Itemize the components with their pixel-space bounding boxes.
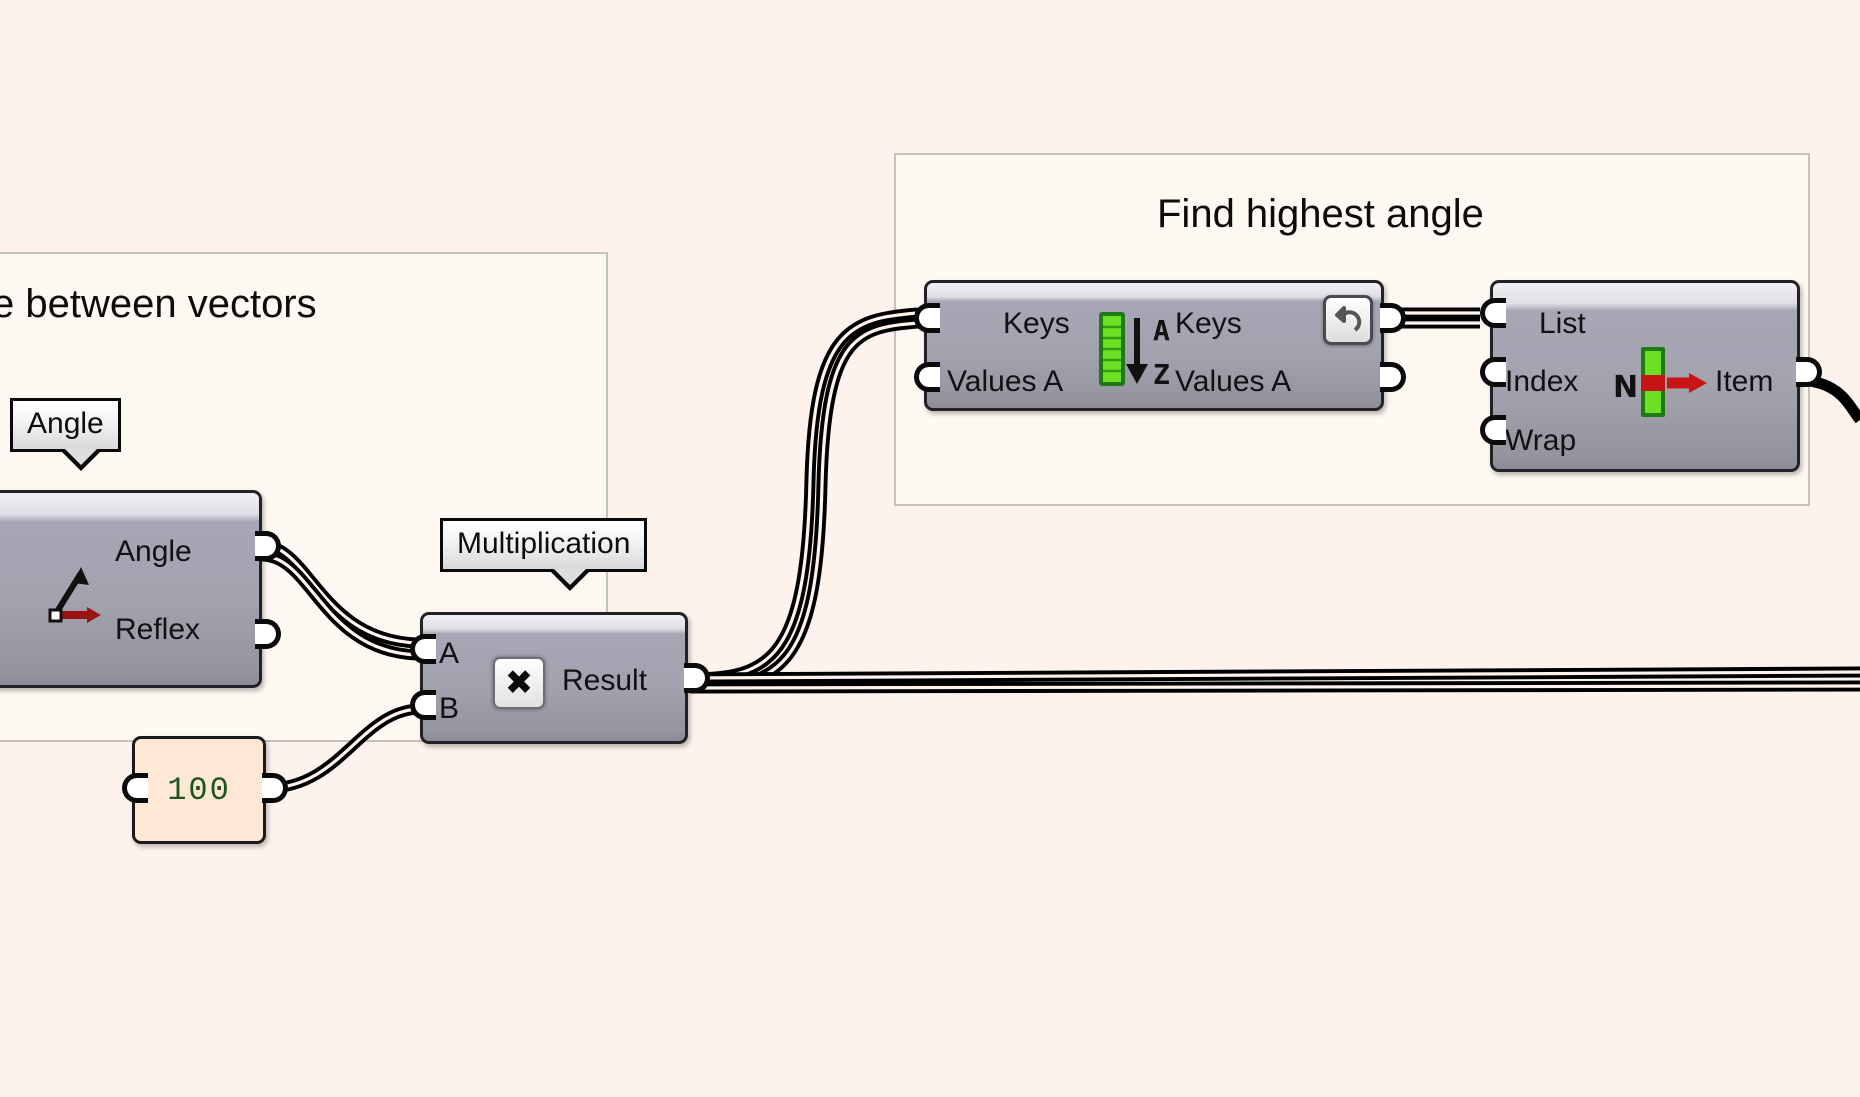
multiply-icon: ✖ — [493, 657, 545, 709]
port-number-in[interactable] — [122, 773, 148, 803]
callout-multiplication-label: Multiplication — [457, 527, 631, 560]
port-sort-in-values-a[interactable] — [914, 362, 940, 392]
callout-tail-icon — [548, 568, 592, 591]
node-mult-output-result[interactable]: Result — [562, 666, 647, 696]
callout-angle-label: Angle — [27, 407, 104, 440]
port-mult-in-a[interactable] — [410, 634, 436, 664]
svg-text:Z: Z — [1153, 358, 1170, 391]
port-list-item-out-item[interactable] — [1796, 357, 1822, 387]
angle-vectors-icon — [48, 567, 101, 623]
node-angle-output-reflex[interactable]: Reflex — [115, 615, 200, 645]
node-angle[interactable]: r A r B ne Angle Reflex — [0, 490, 262, 688]
node-list-item-output-item[interactable]: Item — [1715, 367, 1773, 397]
port-sort-in-keys[interactable] — [914, 303, 940, 333]
node-sort-output-keys[interactable]: Keys — [1175, 309, 1242, 339]
node-multiplication[interactable]: A B Result ✖ — [420, 612, 688, 744]
node-angle-output-angle[interactable]: Angle — [115, 537, 192, 567]
sort-az-icon: A Z — [1099, 312, 1170, 391]
node-sort-input-values-a[interactable]: Values A — [947, 367, 1063, 397]
svg-text:A: A — [1153, 314, 1170, 347]
group-title-find-highest-angle: Find highest angle — [1157, 192, 1484, 236]
list-item-icon: N — [1613, 347, 1707, 417]
callout-tail-icon — [59, 448, 103, 471]
port-list-item-in-list[interactable] — [1480, 298, 1506, 328]
node-sort-input-keys[interactable]: Keys — [1003, 309, 1070, 339]
svg-text:N: N — [1613, 370, 1638, 405]
wire-result-to-sort-keys — [689, 307, 919, 694]
node-list-item-input-wrap[interactable]: Wrap — [1505, 426, 1576, 456]
graph-canvas[interactable]: e between vectors Find highest angle .w-… — [0, 0, 1860, 1097]
port-list-item-in-wrap[interactable] — [1480, 415, 1506, 445]
port-list-item-in-index[interactable] — [1480, 357, 1506, 387]
reverse-arrow-icon — [1335, 306, 1362, 332]
reverse-button[interactable] — [1323, 295, 1373, 345]
node-mult-input-a[interactable]: A — [439, 639, 459, 669]
number-panel-100[interactable]: 100 — [132, 736, 266, 844]
node-mult-input-b[interactable]: B — [439, 694, 459, 724]
callout-angle: Angle — [10, 398, 121, 471]
callout-multiplication: Multiplication — [440, 518, 648, 591]
port-number-out[interactable] — [262, 773, 288, 803]
node-list-item-input-index[interactable]: Index — [1505, 367, 1578, 397]
port-mult-out-result[interactable] — [684, 663, 710, 693]
node-sort-output-values-a[interactable]: Values A — [1175, 367, 1291, 397]
node-list-item-input-list[interactable]: List — [1539, 309, 1586, 339]
wire-result-to-right-edge — [689, 666, 1860, 694]
group-title-angle-between-vectors: e between vectors — [0, 282, 317, 326]
node-list-item[interactable]: List Index Wrap Item N — [1490, 280, 1800, 472]
port-mult-in-b[interactable] — [410, 690, 436, 720]
number-panel-value: 100 — [167, 771, 231, 809]
node-sort-list[interactable]: Keys Values A Keys Values A A Z — [924, 280, 1384, 411]
